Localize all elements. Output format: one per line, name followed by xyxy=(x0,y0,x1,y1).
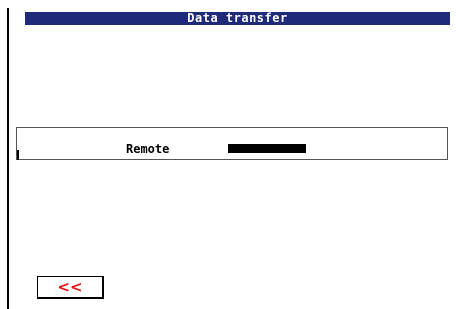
screen: Data transfer Remote << xyxy=(0,0,456,309)
remote-status-bar xyxy=(228,144,306,153)
remote-label: Remote xyxy=(126,142,170,156)
back-button[interactable]: << xyxy=(37,276,104,299)
left-border xyxy=(7,8,9,309)
window-title: Data transfer xyxy=(25,12,450,25)
panel-corner-mark xyxy=(17,150,19,160)
